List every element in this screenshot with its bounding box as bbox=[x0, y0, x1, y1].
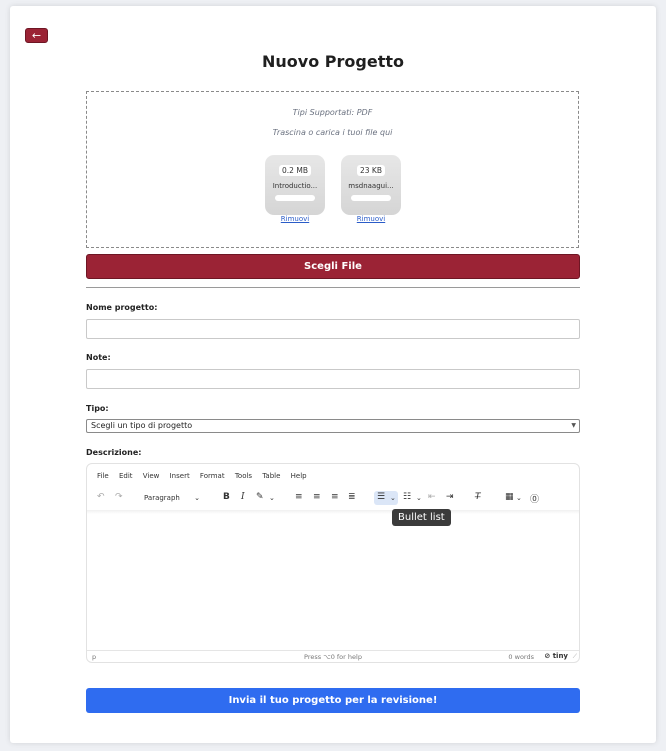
tiny-logo[interactable]: ⊘ tiny bbox=[544, 652, 568, 660]
project-name-label: Nome progetto: bbox=[86, 303, 158, 312]
bold-icon[interactable]: B bbox=[223, 492, 230, 502]
block-format-value: Paragraph bbox=[144, 494, 180, 502]
file-size: 23 KB bbox=[357, 165, 385, 176]
project-type-select[interactable]: Scegli un tipo di progetto ▼ bbox=[86, 419, 580, 433]
toolbar-shadow bbox=[87, 510, 579, 514]
help-hint: Press ⌥0 for help bbox=[304, 653, 362, 661]
menu-view[interactable]: View bbox=[143, 472, 160, 480]
editor-toolbar: ↶ ↷ Paragraph ⌄ B I ✎ ⌄ ≡ ≡ ≡ ≣ ☰ ⌄ ☷ ⌄ … bbox=[87, 488, 579, 510]
file-name: Introductio... bbox=[272, 182, 318, 190]
file-name: msdnaagui... bbox=[348, 182, 394, 190]
supported-types-text: Tipi Supportati: PDF bbox=[292, 108, 373, 117]
form-card: ← Nuovo Progetto Tipi Supportati: PDF Tr… bbox=[10, 6, 656, 743]
bullet-list-tooltip: Bullet list bbox=[392, 509, 451, 526]
notes-input[interactable] bbox=[86, 369, 580, 389]
rich-text-editor[interactable]: File Edit View Insert Format Tools Table… bbox=[86, 463, 580, 663]
table-icon[interactable]: ▦ bbox=[505, 492, 514, 502]
align-right-icon[interactable]: ≡ bbox=[331, 492, 339, 502]
highlight-icon[interactable]: ✎ bbox=[256, 492, 264, 502]
chevron-down-icon[interactable]: ⌄ bbox=[516, 494, 522, 502]
menu-tools[interactable]: Tools bbox=[235, 472, 252, 480]
file-dropzone[interactable]: Tipi Supportati: PDF Trascina o carica i… bbox=[86, 91, 579, 248]
description-label: Descrizione: bbox=[86, 448, 142, 457]
menu-table[interactable]: Table bbox=[262, 472, 280, 480]
submit-project-button[interactable]: Invia il tuo progetto per la revisione! bbox=[86, 688, 580, 713]
file-progress-bar bbox=[351, 195, 391, 201]
menu-file[interactable]: File bbox=[97, 472, 109, 480]
editor-statusbar: p Press ⌥0 for help 0 words ⊘ tiny ⟋ bbox=[87, 650, 579, 662]
chevron-down-icon: ▼ bbox=[571, 422, 576, 429]
divider bbox=[86, 287, 580, 288]
file-progress-bar bbox=[275, 195, 315, 201]
chevron-down-icon[interactable]: ⌄ bbox=[390, 494, 396, 502]
project-name-input[interactable] bbox=[86, 319, 580, 339]
chevron-down-icon: ⌄ bbox=[194, 494, 200, 502]
project-type-value: Scegli un tipo di progetto bbox=[91, 421, 193, 430]
type-label: Tipo: bbox=[86, 404, 109, 413]
back-button[interactable]: ← bbox=[25, 28, 48, 43]
drag-hint-text: Trascina o carica i tuoi file qui bbox=[272, 128, 393, 137]
undo-icon[interactable]: ↶ bbox=[97, 492, 105, 502]
block-format-select[interactable]: Paragraph ⌄ bbox=[139, 492, 203, 505]
file-size: 0.2 MB bbox=[279, 165, 311, 176]
outdent-icon[interactable]: ⇤ bbox=[428, 492, 436, 502]
menu-help[interactable]: Help bbox=[291, 472, 307, 480]
tiny-brand-text: tiny bbox=[552, 652, 568, 660]
chevron-down-icon[interactable]: ⌄ bbox=[416, 494, 422, 502]
align-left-icon[interactable]: ≡ bbox=[295, 492, 303, 502]
file-card: 23 KB msdnaagui... bbox=[341, 155, 401, 215]
menu-edit[interactable]: Edit bbox=[119, 472, 133, 480]
menu-insert[interactable]: Insert bbox=[170, 472, 190, 480]
help-icon[interactable]: ⓪ bbox=[530, 492, 539, 505]
file-card: 0.2 MB Introductio... bbox=[265, 155, 325, 215]
remove-file-link[interactable]: Rimuovi bbox=[265, 215, 325, 223]
remove-file-link[interactable]: Rimuovi bbox=[341, 215, 401, 223]
page-title: Nuovo Progetto bbox=[262, 52, 404, 71]
editor-menubar: File Edit View Insert Format Tools Table… bbox=[97, 472, 315, 480]
numbered-list-icon[interactable]: ☷ bbox=[403, 492, 411, 502]
menu-format[interactable]: Format bbox=[200, 472, 225, 480]
resize-handle-icon[interactable]: ⟋ bbox=[573, 653, 577, 661]
word-count[interactable]: 0 words bbox=[508, 653, 534, 661]
notes-label: Note: bbox=[86, 353, 111, 362]
bullet-list-icon[interactable]: ☰ bbox=[377, 492, 385, 502]
clear-format-icon[interactable]: T̶ bbox=[475, 492, 481, 502]
italic-icon[interactable]: I bbox=[241, 492, 245, 502]
chevron-down-icon[interactable]: ⌄ bbox=[269, 494, 275, 502]
choose-file-button[interactable]: Scegli File bbox=[86, 254, 580, 279]
align-justify-icon[interactable]: ≣ bbox=[348, 492, 356, 502]
align-center-icon[interactable]: ≡ bbox=[313, 492, 321, 502]
redo-icon[interactable]: ↷ bbox=[115, 492, 123, 502]
indent-icon[interactable]: ⇥ bbox=[446, 492, 454, 502]
